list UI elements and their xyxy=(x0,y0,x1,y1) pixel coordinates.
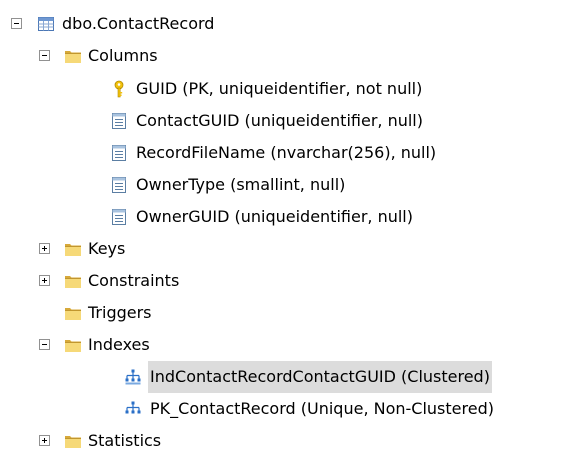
column-icon xyxy=(110,176,128,194)
folder-icon xyxy=(64,272,82,290)
constraints-folder-label: Constraints xyxy=(88,271,180,290)
tree-node-keys[interactable]: Keys xyxy=(0,233,570,265)
collapse-toggle-icon[interactable] xyxy=(11,18,22,29)
folder-icon xyxy=(64,240,82,258)
column-label: OwnerGUID (uniqueidentifier, null) xyxy=(136,207,413,226)
key-icon xyxy=(110,80,128,98)
columns-folder-label: Columns xyxy=(88,46,158,65)
table-name-label: dbo.ContactRecord xyxy=(62,14,215,33)
expand-toggle-icon[interactable] xyxy=(39,435,50,446)
keys-folder-label: Keys xyxy=(88,239,126,258)
column-label: GUID (PK, uniqueidentifier, not null) xyxy=(136,79,423,98)
folder-icon xyxy=(64,432,82,450)
tree-node-constraints[interactable]: Constraints xyxy=(0,265,570,297)
clustered-index-icon xyxy=(124,368,142,386)
collapse-toggle-icon[interactable] xyxy=(39,50,50,61)
column-label: RecordFileName (nvarchar(256), null) xyxy=(136,143,437,162)
table-icon xyxy=(37,15,55,33)
folder-icon xyxy=(64,304,82,322)
tree-node-table[interactable]: dbo.ContactRecord xyxy=(0,8,570,40)
tree-node-statistics[interactable]: Statistics xyxy=(0,425,570,457)
tree-node-columns[interactable]: Columns xyxy=(0,40,570,72)
tree-node-index-nonclustered[interactable]: PK_ContactRecord (Unique, Non-Clustered) xyxy=(0,393,570,425)
expand-toggle-icon[interactable] xyxy=(39,275,50,286)
collapse-toggle-icon[interactable] xyxy=(39,339,50,350)
column-icon xyxy=(110,208,128,226)
tree-node-index-clustered[interactable]: IndContactRecordContactGUID (Clustered) xyxy=(0,361,570,393)
index-label: PK_ContactRecord (Unique, Non-Clustered) xyxy=(150,399,494,418)
tree-node-column-recordfilename[interactable]: RecordFileName (nvarchar(256), null) xyxy=(0,137,570,169)
object-explorer-tree: dbo.ContactRecord Columns GUID (PK, uniq… xyxy=(0,0,570,450)
tree-node-indexes[interactable]: Indexes xyxy=(0,329,570,361)
indexes-folder-label: Indexes xyxy=(88,335,150,354)
folder-icon xyxy=(64,336,82,354)
tree-node-column-guid[interactable]: GUID (PK, uniqueidentifier, not null) xyxy=(0,73,570,105)
tree-node-triggers[interactable]: Triggers xyxy=(0,297,570,329)
column-icon xyxy=(110,112,128,130)
nonclustered-index-icon xyxy=(124,400,142,418)
column-label: OwnerType (smallint, null) xyxy=(136,175,346,194)
tree-node-column-contactguid[interactable]: ContactGUID (uniqueidentifier, null) xyxy=(0,105,570,137)
tree-node-column-ownerguid[interactable]: OwnerGUID (uniqueidentifier, null) xyxy=(0,201,570,233)
folder-icon xyxy=(64,47,82,65)
column-icon xyxy=(110,144,128,162)
index-label-selected: IndContactRecordContactGUID (Clustered) xyxy=(148,361,492,393)
triggers-folder-label: Triggers xyxy=(88,303,152,322)
statistics-folder-label: Statistics xyxy=(88,431,162,450)
expand-toggle-icon[interactable] xyxy=(39,243,50,254)
tree-node-column-ownertype[interactable]: OwnerType (smallint, null) xyxy=(0,169,570,201)
column-label: ContactGUID (uniqueidentifier, null) xyxy=(136,111,423,130)
